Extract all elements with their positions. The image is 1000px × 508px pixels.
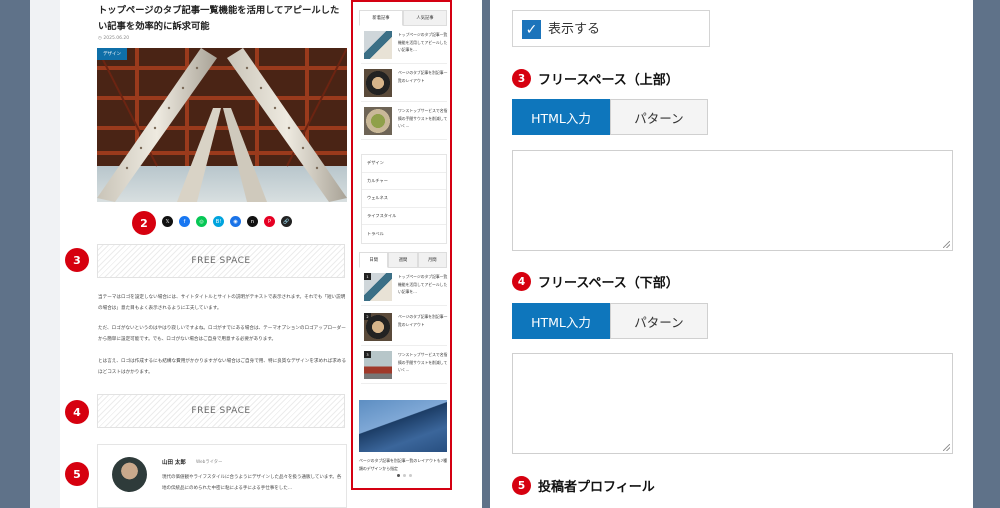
list-item[interactable]: ページのタブ記事を別記事一覧のレイアウト [361,66,447,102]
rank-badge: 2 [364,313,371,320]
author-avatar [112,457,147,492]
free-space-bottom: FREE SPACE [97,394,345,428]
x-share-icon[interactable]: 𝕏 [162,216,173,227]
free-space-bottom-heading: 4 フリースペース（下部） [512,272,679,291]
callout-badge-5: 5 [65,462,89,486]
section-title: フリースペース（上部） [538,73,679,88]
show-option-box: ✓ 表示する [512,10,710,47]
tab-popular-articles[interactable]: 人気記事 [403,10,447,26]
article-title-small: ページのタブ記事を別記事一覧のレイアウト [398,314,448,327]
share-buttons: 𝕏 f ◎ B! ◉ n P 🔗 [162,216,292,227]
body-paragraph-2: ただ、ロゴがないというのはやはり寂しいですよね。ロゴがすでにある場合は、テーマオ… [98,326,346,342]
category-list: デザイン カルチャー ウェルネス ライフスタイル トラベル [361,154,447,244]
article-date: ◷ 2025.06.20 [98,36,130,41]
tab-monthly[interactable]: 月間 [417,252,447,268]
sidebar-tab-widget: 新着記事 人気記事 トップページのタブ記事一覧機能を活用してアピールしたい記事を… [351,0,452,490]
section-title: フリースペース（下部） [538,276,679,291]
body-paragraph-3: とは言え、ロゴは作成するにも結構な費用がかかりますがない場合はご自身で用、特に良… [98,359,347,375]
article-title-small: トップページのタブ記事一覧機能を活用してアピールしたい記事を… [398,274,448,294]
hero-image: デザイン [97,48,347,202]
free-space-top-textarea[interactable] [512,150,953,251]
section-badge-3: 3 [512,69,531,88]
list-item[interactable]: トップページのタブ記事一覧機能を活用してアピールしたい記事を… [361,28,447,64]
list-item[interactable]: 2 ページのタブ記事を別記事一覧のレイアウト [361,310,447,346]
carousel-dot[interactable] [397,474,400,477]
note-share-icon[interactable]: n [247,216,258,227]
free-space-bottom-label: FREE SPACE [191,406,251,416]
section-badge-4: 4 [512,272,531,291]
category-tag: デザイン [97,48,127,60]
author-description: 現代の価値観やライフスタイルに合うようにデザインした品々を扱う通販しています。各… [162,475,342,491]
free-space-top-mode-toggle: HTML入力 パターン [512,99,708,135]
free-space-top-label: FREE SPACE [191,256,251,266]
list-item[interactable]: 1 トップページのタブ記事一覧機能を活用してアピールしたい記事を… [361,270,447,306]
line-share-icon[interactable]: ◎ [196,216,207,227]
article-title-small: ワンストップサービスで名指摘の手間サウストを削減していく… [398,352,448,372]
copy-link-icon[interactable]: 🔗 [281,216,292,227]
pattern-button[interactable]: パターン [610,303,708,339]
banner-image [359,400,447,452]
sidebar-tabs-ranking: 日間 週間 月間 [359,252,447,268]
free-space-bottom-textarea[interactable] [512,353,953,454]
category-item[interactable]: ライフスタイル [362,208,446,225]
callout-badge-4: 4 [65,400,89,424]
tab-weekly[interactable]: 週間 [388,252,418,268]
pattern-button[interactable]: パターン [610,99,708,135]
feed-share-icon[interactable]: ◉ [230,216,241,227]
rank-badge: 1 [364,273,371,280]
hatena-share-icon[interactable]: B! [213,216,224,227]
carousel-dots[interactable] [397,474,412,477]
article-title-small: ページのタブ記事を別記事一覧のレイアウト [398,70,448,83]
article-thumbnail [364,31,392,59]
preview-gutter [30,0,60,508]
list-item[interactable]: ワンストップサービスで名指摘の手間サウストを削減していく… [361,104,447,140]
tab-daily[interactable]: 日間 [359,252,389,268]
sidebar-tabs-top: 新着記事 人気記事 [359,10,447,26]
free-space-bottom-mode-toggle: HTML入力 パターン [512,303,708,339]
resize-handle-icon[interactable] [943,241,950,248]
callout-badge-3: 3 [65,248,89,272]
category-item[interactable]: トラベル [362,225,446,243]
article-thumbnail [364,69,392,97]
callout-badge-2: 2 [132,211,156,235]
author-profile-heading: 5 投稿者プロフィール [512,476,655,495]
show-checkbox[interactable]: ✓ [522,20,541,39]
section-title: 投稿者プロフィール [538,480,655,495]
html-input-button[interactable]: HTML入力 [512,303,610,339]
category-item[interactable]: カルチャー [362,173,446,190]
html-input-button[interactable]: HTML入力 [512,99,610,135]
carousel-dot[interactable] [403,474,406,477]
article-title-small: トップページのタブ記事一覧機能を活用してアピールしたい記事を… [398,32,448,52]
free-space-top-heading: 3 フリースペース（上部） [512,69,679,88]
article-thumbnail [364,107,392,135]
bridge-steel-image [97,48,347,202]
list-item[interactable]: 3 ワンストップサービスで名指摘の手間サウストを削減していく… [361,348,447,384]
body-paragraph-1: 当テーマはロゴを設定しない場合には、サイトタイトルとサイトの説明がテキストで表示… [98,295,346,311]
author-name: 山田 太郎 [162,460,186,466]
free-space-top: FREE SPACE [97,244,345,278]
author-profile-card: 山田 太郎 Webライター 現代の価値観やライフスタイルに合うようにデザインした… [97,444,347,508]
resize-handle-icon[interactable] [943,444,950,451]
category-item[interactable]: ウェルネス [362,190,446,208]
category-item[interactable]: デザイン [362,155,446,173]
settings-panel: ✓ 表示する 3 フリースペース（上部） HTML入力 パターン 4 フリースペ… [490,0,973,508]
banner-caption: ページのタブ記事を別記事一覧のレイアウトも7種類のデザインから指定 [359,458,447,471]
tab-new-articles[interactable]: 新着記事 [359,10,403,26]
facebook-share-icon[interactable]: f [179,216,190,227]
show-checkbox-label[interactable]: 表示する [548,20,600,39]
section-badge-5: 5 [512,476,531,495]
rank-badge: 3 [364,351,371,358]
carousel-dot[interactable] [409,474,412,477]
author-role: Webライター [196,460,223,465]
article-title: トップページのタブ記事一覧機能を活用してアピールしたい記事を効率的に訴求可能 [98,5,340,32]
pinterest-share-icon[interactable]: P [264,216,275,227]
article-title-small: ワンストップサービスで名指摘の手間サウストを削減していく… [398,108,448,128]
sidebar-banner[interactable]: ページのタブ記事を別記事一覧のレイアウトも7種類のデザインから指定 [359,400,447,478]
